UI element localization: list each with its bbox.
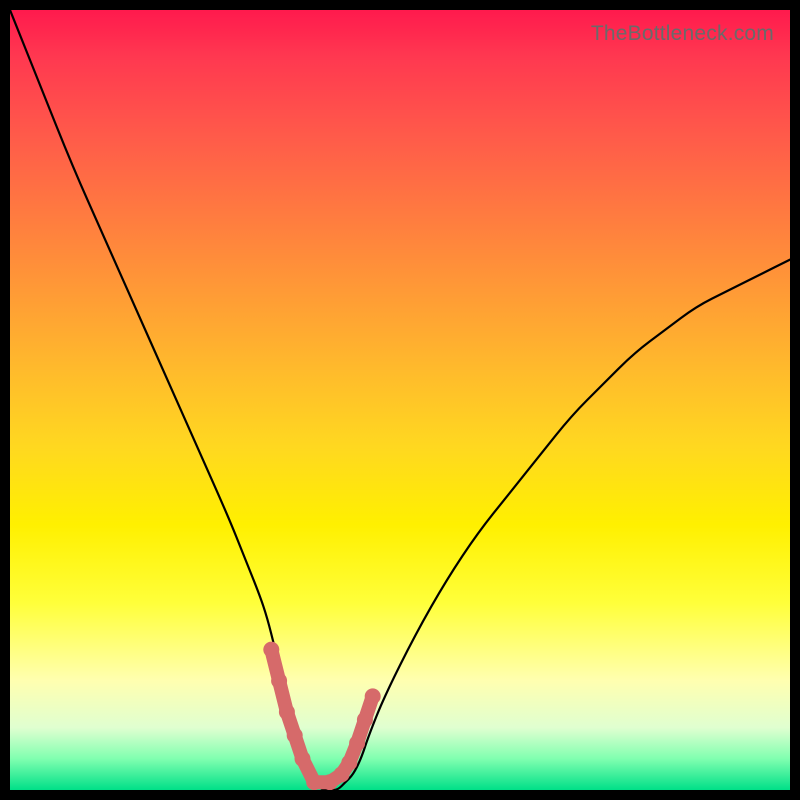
green-zone-markers bbox=[263, 642, 380, 790]
marker-dot bbox=[306, 774, 322, 790]
marker-dot bbox=[349, 735, 365, 751]
marker-dot bbox=[263, 642, 279, 658]
marker-dot bbox=[295, 751, 311, 767]
plot-area: TheBottleneck.com bbox=[10, 10, 790, 790]
marker-dot bbox=[279, 704, 295, 720]
chart-svg bbox=[10, 10, 790, 790]
marker-dot bbox=[271, 673, 287, 689]
chart-container: TheBottleneck.com bbox=[0, 0, 800, 800]
marker-dot bbox=[341, 755, 357, 771]
bottleneck-curve bbox=[10, 10, 790, 790]
marker-dot bbox=[365, 688, 381, 704]
marker-dot bbox=[357, 712, 373, 728]
marker-dot bbox=[287, 727, 303, 743]
